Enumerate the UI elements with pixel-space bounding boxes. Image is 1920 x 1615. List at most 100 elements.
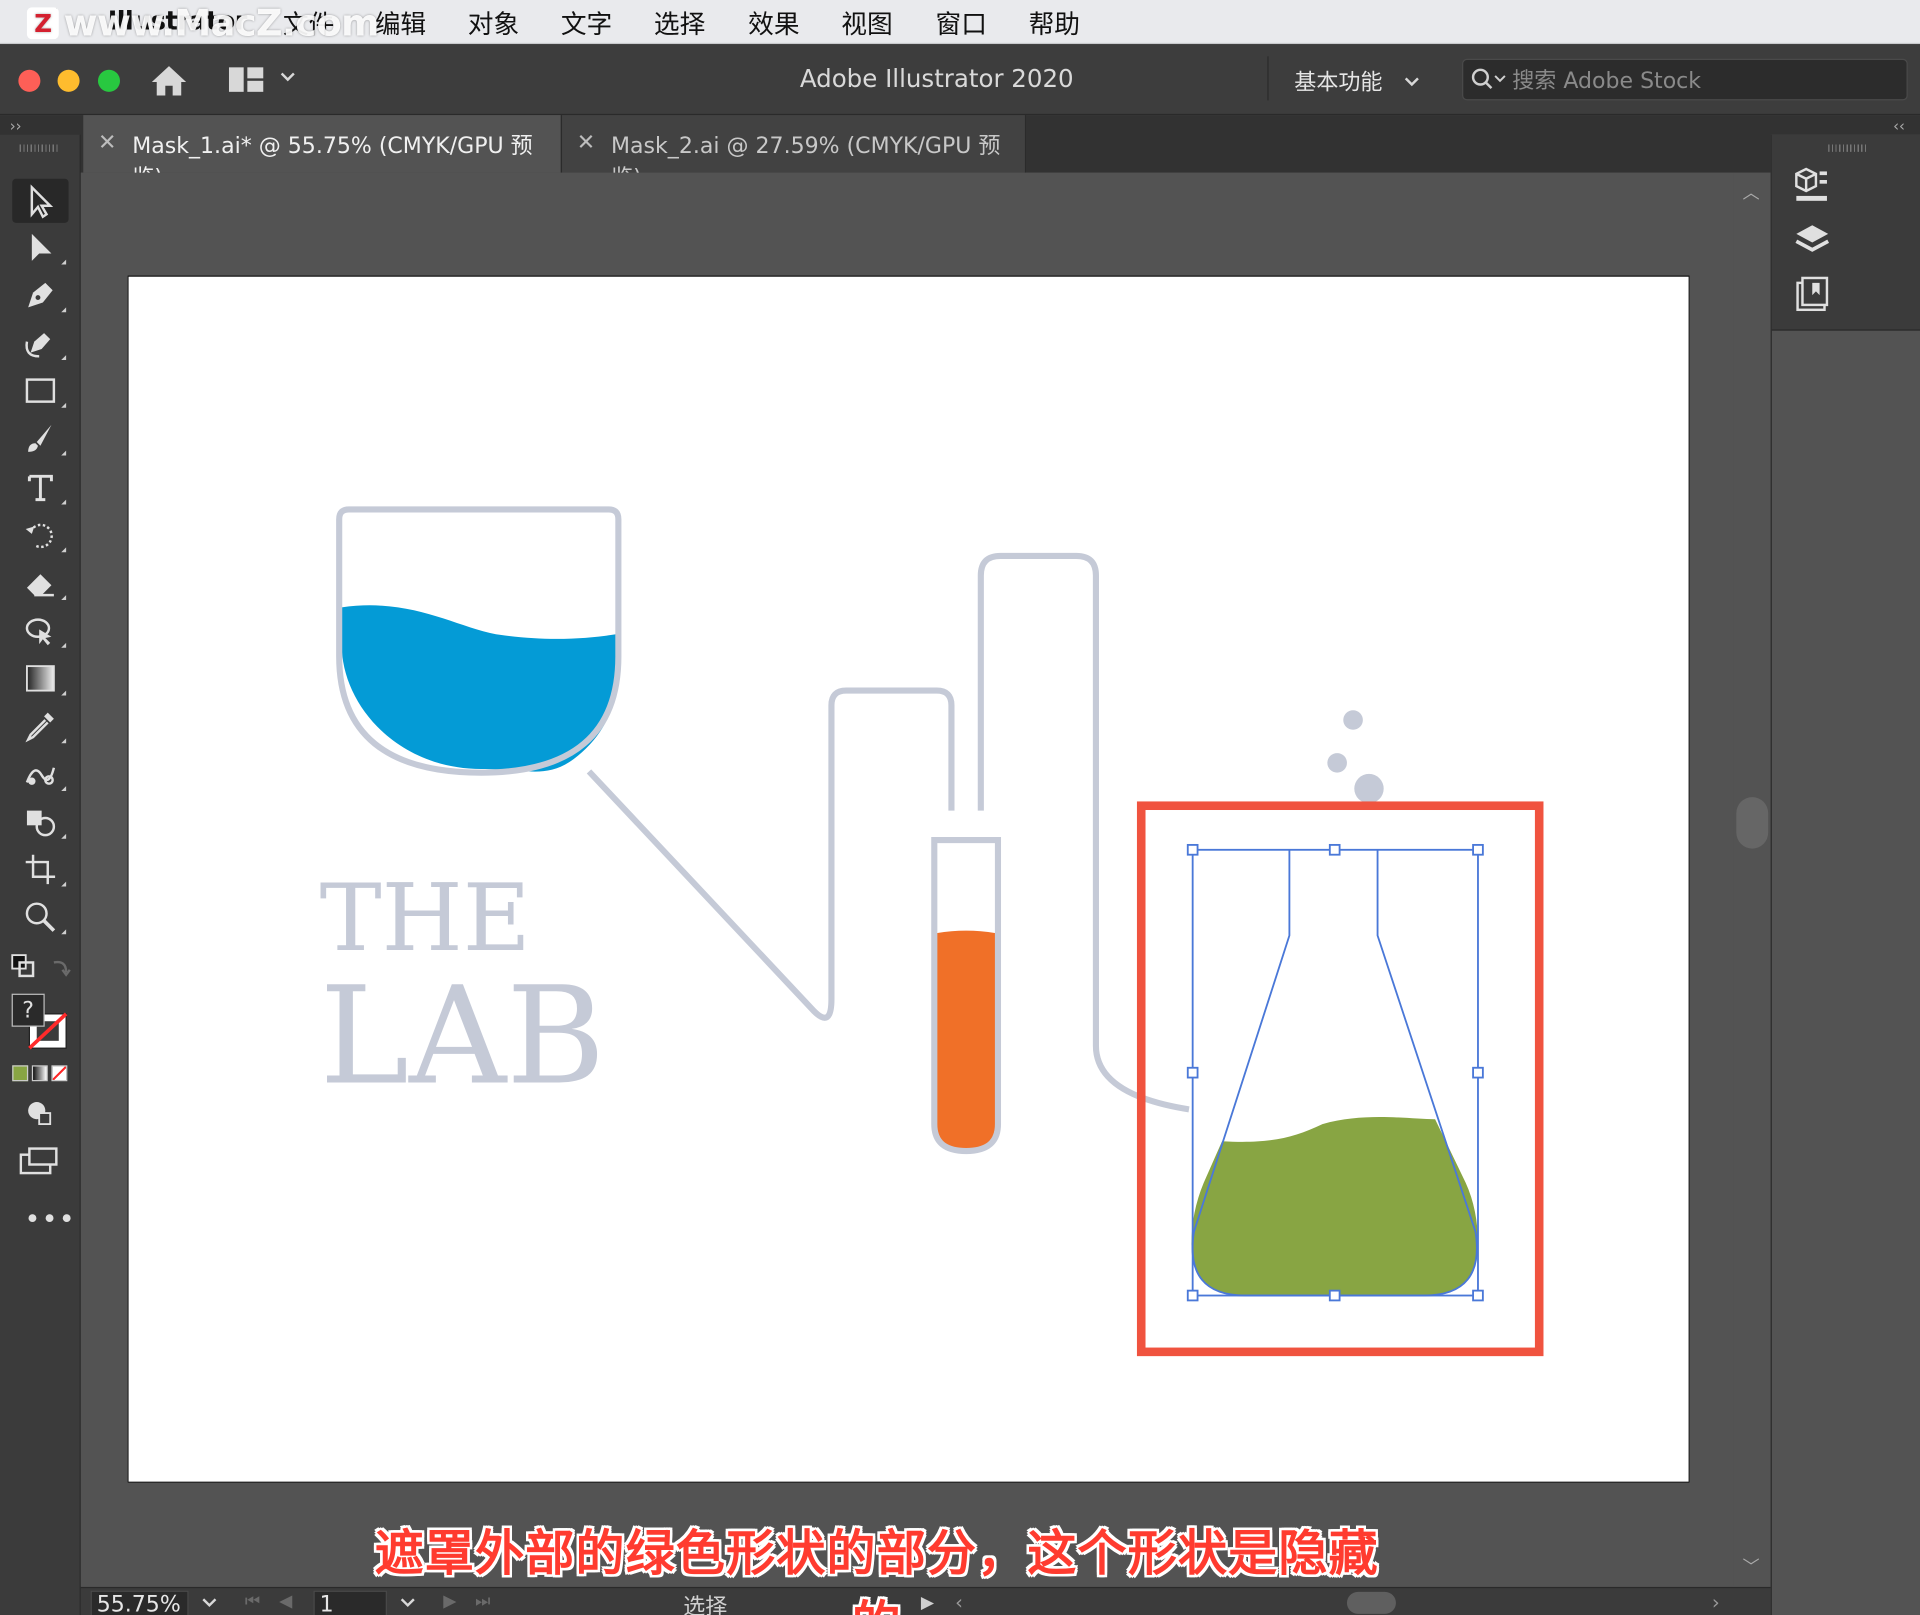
- tab-mask-2[interactable]: ✕ Mask_2.ai @ 27.59% (CMYK/GPU 预览): [560, 115, 1027, 191]
- draw-mode-icon[interactable]: [24, 1100, 53, 1127]
- title-bar: Adobe Illustrator 2020 基本功能: [0, 44, 1920, 116]
- menu-bar:  Illustrator 文件 编辑 对象 文字 选择 效果 视图 窗口 帮助…: [0, 0, 1920, 46]
- test-tube-liquid: [936, 930, 996, 1150]
- search-input[interactable]: [1512, 66, 1892, 96]
- direct-selection-tool-icon: [31, 233, 52, 261]
- bubble: [1327, 753, 1347, 773]
- gradient-tool[interactable]: [12, 656, 68, 700]
- artboard[interactable]: THE LAB: [127, 275, 1690, 1483]
- watermark-text: www.MacZ.com: [63, 2, 380, 46]
- screen-mode-icon[interactable]: [19, 1146, 59, 1175]
- title-the: THE: [320, 864, 531, 972]
- layers-icon[interactable]: [1791, 220, 1833, 262]
- panel-grip[interactable]: [1828, 144, 1868, 152]
- search-icon[interactable]: [1471, 67, 1508, 91]
- pen-tool-icon: [28, 282, 53, 308]
- curvature-tool-icon: [25, 333, 51, 358]
- tab-mask-1[interactable]: ✕ Mask_1.ai* @ 55.75% (CMYK/GPU 预览): [83, 115, 561, 191]
- menu-select[interactable]: 选择: [654, 5, 705, 42]
- blend-tool[interactable]: [12, 752, 68, 796]
- chevron-down-icon[interactable]: [1403, 75, 1420, 90]
- artboard-tool-icon: [25, 854, 56, 885]
- menu-window[interactable]: 窗口: [936, 5, 987, 42]
- scroll-up-icon[interactable]: ︿: [1742, 180, 1759, 204]
- previous-artboard-icon[interactable]: ◀: [279, 1592, 292, 1612]
- libraries-3d-icon[interactable]: [1791, 164, 1833, 206]
- menu-help[interactable]: 帮助: [1029, 5, 1080, 42]
- puppet-warp-tool-icon: [25, 618, 52, 646]
- zoom-window-button[interactable]: [97, 69, 121, 92]
- eyedropper-tool[interactable]: [12, 704, 68, 748]
- rectangle-tool-icon: [25, 378, 56, 403]
- menu-effect[interactable]: 效果: [748, 5, 799, 42]
- subtitle-caption: 遮罩外部的绿色形状的部分，这个形状是隐藏的: [374, 1525, 1379, 1615]
- more-tools-icon[interactable]: •••: [24, 1205, 75, 1236]
- panel-grip[interactable]: [19, 144, 59, 152]
- swap-fill-stroke-icon[interactable]: [49, 955, 73, 979]
- bubble: [1354, 773, 1384, 804]
- illustrator-window:  Illustrator 文件 编辑 对象 文字 选择 效果 视图 窗口 帮助…: [0, 0, 1920, 1615]
- window-title: Adobe Illustrator 2020: [799, 63, 1074, 94]
- shape-builder-tool[interactable]: [12, 800, 68, 844]
- divider: [1267, 56, 1269, 101]
- direct-selection-tool[interactable]: [12, 225, 68, 269]
- puppet-warp-tool[interactable]: [12, 609, 68, 653]
- menu-object[interactable]: 对象: [468, 5, 519, 42]
- fill-stroke-swatches[interactable]: ?: [10, 992, 74, 1053]
- rectangle-tool[interactable]: [12, 369, 68, 413]
- bubble: [1343, 710, 1363, 730]
- default-fill-stroke-icon[interactable]: [10, 953, 37, 980]
- workspace-switcher[interactable]: 基本功能: [1294, 65, 1382, 97]
- menu-edit[interactable]: 编辑: [375, 5, 426, 42]
- tall-tube: [977, 552, 1190, 1113]
- paintbrush-tool-icon: [28, 424, 52, 452]
- canvas[interactable]: THE LAB: [80, 172, 1734, 1587]
- zoom-level-field[interactable]: 55.75%: [90, 1590, 189, 1615]
- document-tabs: ✕ Mask_1.ai* @ 55.75% (CMYK/GPU 预览) ✕ Ma…: [0, 115, 1920, 191]
- arrange-documents-icon[interactable]: [228, 66, 265, 93]
- paintbrush-tool[interactable]: [12, 416, 68, 460]
- pen-tool[interactable]: [12, 273, 68, 317]
- rotate-tool[interactable]: [12, 513, 68, 557]
- asset-export-icon[interactable]: [1791, 274, 1833, 316]
- zoom-tool[interactable]: [12, 895, 68, 939]
- shape-builder-tool-icon: [26, 810, 56, 837]
- fill-stroke-icon: ?: [11, 993, 68, 1050]
- type-tool-icon: [27, 474, 53, 502]
- first-artboard-icon[interactable]: ⏮: [245, 1592, 260, 1612]
- blend-tool-icon: [25, 767, 56, 785]
- conical-flask-liquid: [1191, 1117, 1478, 1296]
- minimize-window-button[interactable]: [57, 69, 80, 92]
- artwork: THE LAB: [318, 506, 1544, 1357]
- menu-type[interactable]: 文字: [561, 5, 612, 42]
- tools-panel: ? •••: [0, 134, 81, 1615]
- color-mode-buttons[interactable]: [12, 1065, 68, 1082]
- close-tab-icon[interactable]: ✕: [98, 130, 116, 156]
- curvature-tool[interactable]: [12, 321, 68, 365]
- artboard-tool[interactable]: [12, 847, 68, 891]
- rotate-tool-icon: [25, 523, 53, 549]
- eraser-tool[interactable]: [12, 561, 68, 605]
- chevron-down-icon[interactable]: [279, 69, 296, 86]
- chevron-down-icon[interactable]: [201, 1596, 218, 1611]
- gradient-mode-icon[interactable]: [31, 1065, 48, 1082]
- scrollbar-thumb[interactable]: [1736, 797, 1769, 849]
- close-tab-icon[interactable]: ✕: [577, 130, 595, 156]
- connecting-tube: [586, 687, 955, 1021]
- home-icon[interactable]: [149, 64, 188, 98]
- collapse-panels-icon[interactable]: ‹‹: [1893, 118, 1905, 135]
- menu-view[interactable]: 视图: [841, 5, 892, 42]
- selection-tool[interactable]: [12, 178, 69, 223]
- type-tool[interactable]: [12, 465, 68, 509]
- color-mode-icon[interactable]: [12, 1065, 29, 1082]
- none-mode-icon[interactable]: [51, 1065, 68, 1082]
- expand-toolbar-icon[interactable]: ››: [10, 118, 22, 135]
- vertical-scrollbar[interactable]: ︿ ﹀: [1733, 172, 1771, 1587]
- scroll-right-icon[interactable]: ›: [1712, 1591, 1720, 1614]
- close-window-button[interactable]: [18, 69, 41, 92]
- title-lab: LAB: [320, 957, 606, 1114]
- eyedropper-tool-icon: [25, 712, 54, 743]
- scroll-down-icon[interactable]: ﹀: [1742, 1554, 1759, 1578]
- eraser-tool-icon: [26, 574, 54, 597]
- stock-search-box[interactable]: [1462, 58, 1908, 101]
